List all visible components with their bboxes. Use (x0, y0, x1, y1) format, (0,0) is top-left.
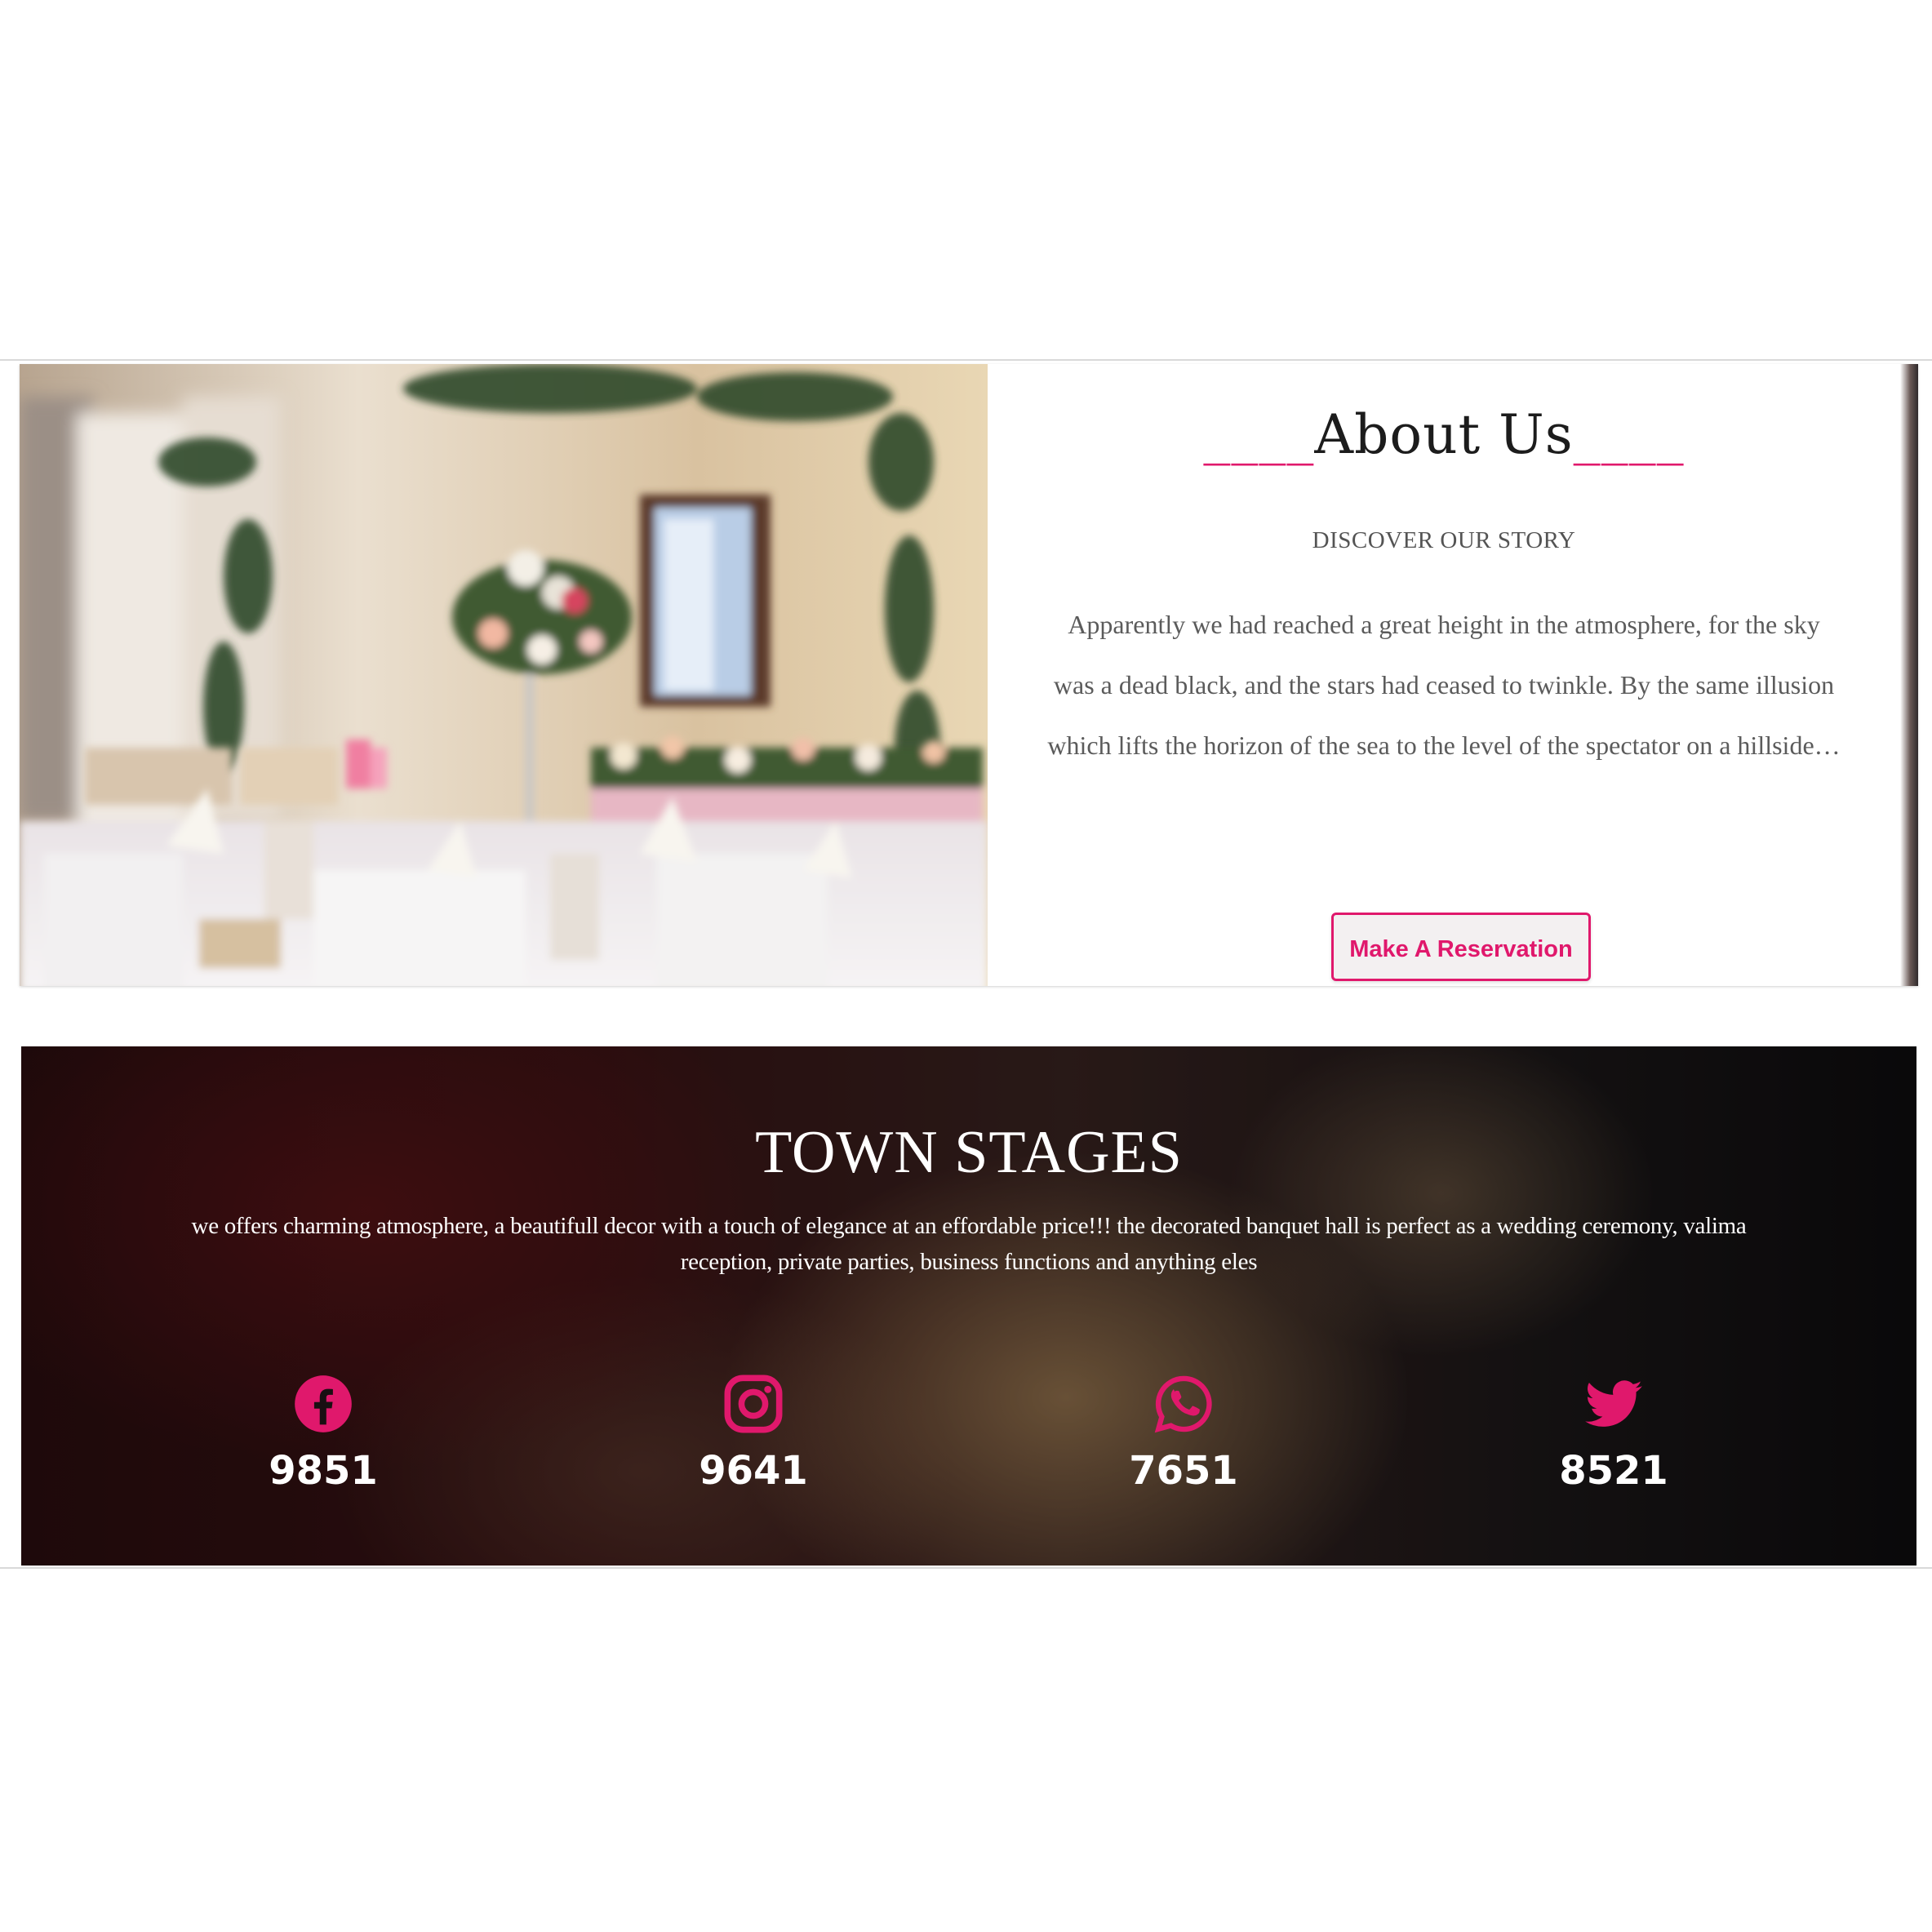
stat-instagram[interactable]: 9641 (672, 1373, 835, 1494)
stats-section: TOWN STAGES we offers charming atmospher… (21, 1046, 1916, 1566)
bottom-frame-line (0, 1567, 1932, 1569)
banquet-hall-photo (20, 364, 988, 986)
make-reservation-button[interactable]: Make A Reservation (1331, 913, 1591, 981)
about-content: ____About Us____ DISCOVER OUR STORY Appa… (988, 364, 1900, 986)
twitter-icon[interactable] (1583, 1373, 1645, 1435)
page: ____About Us____ DISCOVER OUR STORY Appa… (0, 0, 1932, 1932)
top-frame-line (0, 359, 1932, 361)
facebook-icon[interactable] (292, 1373, 354, 1435)
stat-value: 9641 (699, 1448, 808, 1494)
stat-twitter[interactable]: 8521 (1532, 1373, 1695, 1494)
stats-title: TOWN STAGES (755, 1119, 1183, 1186)
about-title-text: About Us (1314, 403, 1574, 466)
banquet-hall-illustration (20, 364, 988, 986)
stats-description: we offers charming atmosphere, a beautif… (191, 1213, 1747, 1275)
about-subtitle: DISCOVER OUR STORY (1312, 527, 1576, 553)
instagram-icon[interactable] (722, 1373, 784, 1435)
title-decoration-right: ____ (1573, 403, 1685, 466)
about-paragraph: Apparently we had reached a great height… (1047, 610, 1841, 760)
about-right-edge (1900, 364, 1918, 986)
whatsapp-icon[interactable] (1153, 1373, 1215, 1435)
stat-value: 9851 (269, 1448, 378, 1494)
stat-facebook[interactable]: 9851 (242, 1373, 405, 1494)
about-section: ____About Us____ DISCOVER OUR STORY Appa… (20, 364, 1918, 986)
stat-whatsapp[interactable]: 7651 (1102, 1373, 1265, 1494)
title-decoration-left: ____ (1203, 403, 1315, 466)
about-heading: ____About Us____ (988, 403, 1900, 466)
stat-value: 8521 (1559, 1448, 1668, 1494)
stat-value: 7651 (1129, 1448, 1238, 1494)
